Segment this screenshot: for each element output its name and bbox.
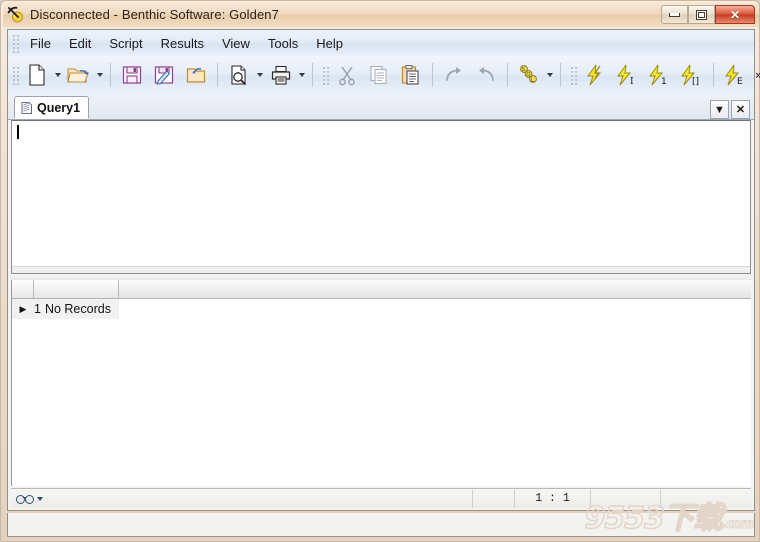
print-button[interactable] [265,59,297,91]
title-bar[interactable]: Disconnected - Benthic Software: Golden7… [3,2,759,27]
tab-actions: ▼ ✕ [710,100,754,119]
menu-item-results[interactable]: Results [152,33,213,54]
status-bar: 1 : 1 [11,488,751,508]
save-as-button[interactable] [148,59,180,91]
text-caret [17,125,19,139]
sql-dropdown-arrow[interactable] [547,73,553,77]
toolbar-separator [217,63,218,87]
open-file-button[interactable] [63,59,95,91]
tab-close-button[interactable]: ✕ [731,100,750,119]
close-button[interactable]: ✕ [715,5,755,24]
menu-item-file[interactable]: File [21,33,60,54]
save-button[interactable] [116,59,148,91]
open-file-dropdown-arrow[interactable] [97,73,103,77]
execute-block-button[interactable]: [] [675,59,708,91]
svg-text:[]: [] [692,77,699,87]
redo-button[interactable] [438,59,470,91]
status-segment-e [661,490,751,508]
row-message: No Records [44,302,111,316]
menu-grip-handle[interactable] [11,33,19,53]
restore-button[interactable] [688,5,715,24]
status-cursor-position: 1 : 1 [515,489,591,508]
menu-item-tools[interactable]: Tools [259,33,307,54]
execute-button[interactable] [579,59,611,91]
toolbar-separator [713,63,714,87]
row-number: 1 [34,302,41,316]
cut-button[interactable] [331,59,363,91]
results-grid[interactable]: ▶ 1 No Records [11,280,751,486]
tab-query1[interactable]: Query1 [14,96,90,119]
revert-button[interactable] [180,59,212,91]
menu-bar: File Edit Script Results View Tools Help [8,30,754,57]
execute-explain-button[interactable]: E [719,59,751,91]
menu-item-help[interactable]: Help [307,33,352,54]
toolbar-separator [110,63,111,87]
toolbar-overflow-chevron-1[interactable]: » [751,68,760,82]
minimize-button[interactable] [661,5,688,24]
window-title: Disconnected - Benthic Software: Golden7 [30,7,279,22]
status-view-segment[interactable] [11,489,473,508]
execute-immediate-button[interactable]: I [611,59,643,91]
toolbar-separator [312,63,313,87]
toolbar: S Q L I 1 [] E [8,56,760,95]
print-dropdown-arrow[interactable] [299,73,305,77]
sql-button[interactable]: S Q L [513,59,545,91]
paste-button[interactable] [395,59,427,91]
grid-header-column-1[interactable] [34,280,119,298]
svg-text:1: 1 [661,77,667,87]
status-segment-d [591,489,661,508]
svg-text:I: I [630,77,634,87]
toolbar-grip-handle[interactable] [11,65,19,85]
grid-header-indicator-cell[interactable] [12,280,34,298]
menu-item-edit[interactable]: Edit [60,33,100,54]
query-script-icon [20,101,33,115]
copy-button[interactable] [363,59,395,91]
toolbar-grip-handle-2[interactable] [321,65,329,85]
status-segment-b [473,489,515,508]
print-preview-dropdown-arrow[interactable] [257,73,263,77]
client-area: File Edit Script Results View Tools Help [7,29,760,511]
svg-text:Q: Q [526,72,530,78]
row-current-indicator-icon: ▶ [19,303,27,314]
new-file-button[interactable] [21,59,53,91]
tab-list-dropdown-button[interactable]: ▼ [710,100,729,119]
print-preview-button[interactable] [223,59,255,91]
table-row[interactable]: ▶ 1 No Records [12,299,119,319]
tab-label: Query1 [37,100,81,115]
toolbar-separator [560,63,561,87]
editor-horizontal-scrollbar[interactable] [12,266,750,273]
golden7-pickaxe-icon [7,6,25,24]
menu-item-view[interactable]: View [213,33,259,54]
menu-item-script[interactable]: Script [100,33,151,54]
toolbar-grip-handle-3[interactable] [569,65,577,85]
status-view-dropdown-arrow[interactable] [37,496,43,501]
bottom-pane [7,513,755,537]
execute-one-button[interactable]: 1 [643,59,675,91]
undo-button[interactable] [470,59,502,91]
toolbar-separator [432,63,433,87]
sql-editor[interactable] [11,120,751,274]
application-window: Disconnected - Benthic Software: Golden7… [0,0,760,542]
toolbar-separator [507,63,508,87]
glasses-icon [16,494,34,504]
tab-strip: Query1 ▼ ✕ [8,94,754,120]
svg-text:L: L [531,77,534,83]
window-controls: ✕ [661,5,755,24]
new-file-dropdown-arrow[interactable] [55,73,61,77]
grid-header-row [12,280,751,299]
svg-text:S: S [522,67,526,73]
svg-text:E: E [737,77,743,87]
